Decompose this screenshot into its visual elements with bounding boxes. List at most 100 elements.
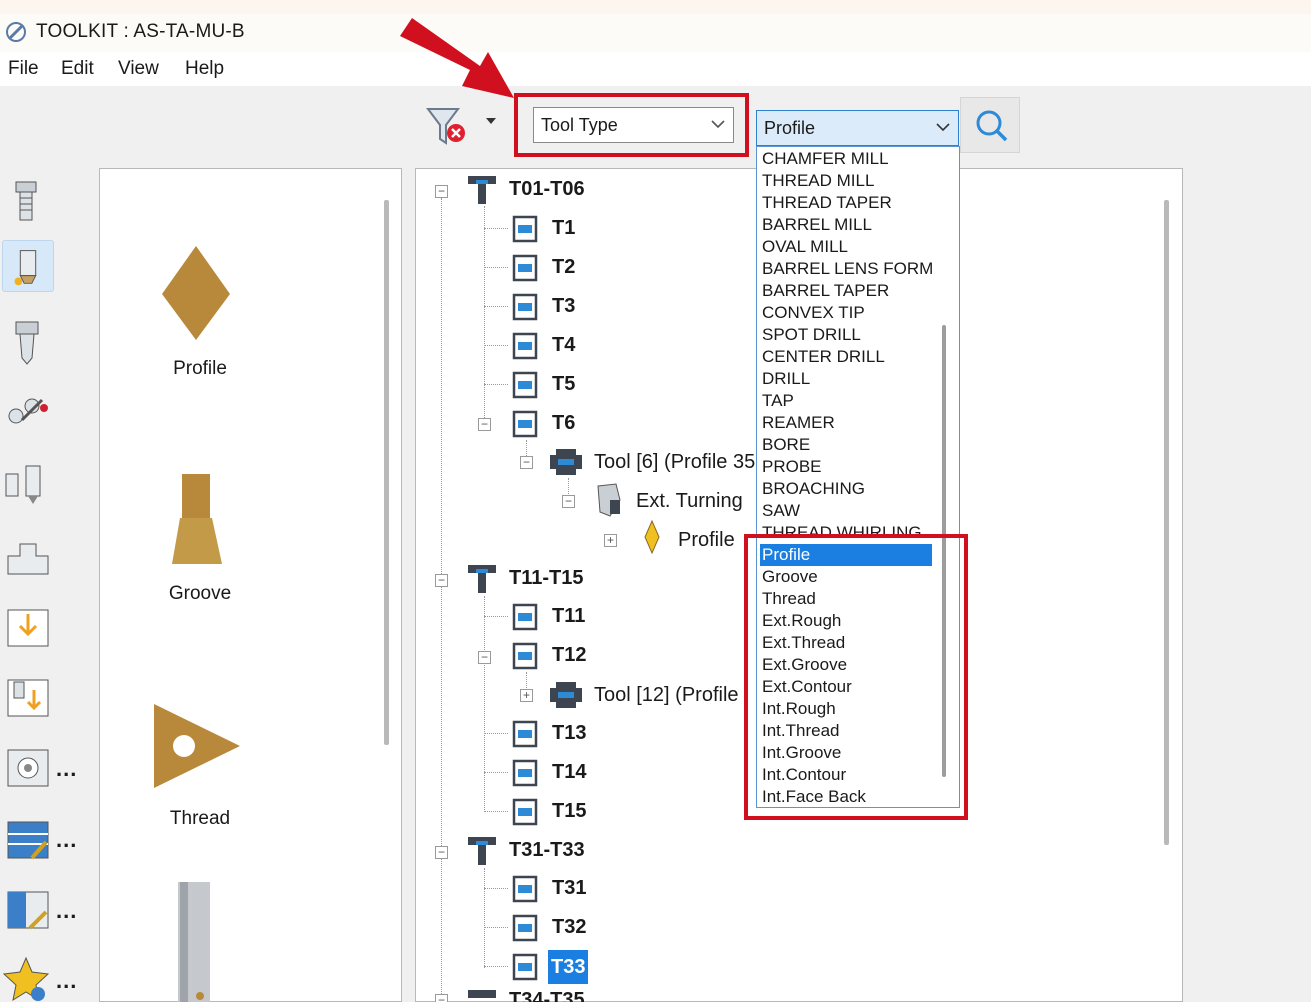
- menu-view[interactable]: View: [118, 58, 159, 80]
- search-button[interactable]: [960, 97, 1020, 153]
- tree-tool-label[interactable]: Tool [12] (Profile: [594, 684, 739, 707]
- dropdown-option[interactable]: OVAL MILL: [760, 236, 932, 258]
- tree-station-label[interactable]: T4: [552, 334, 575, 357]
- tree-station-label[interactable]: T1: [552, 217, 575, 240]
- dropdown-option[interactable]: BORE: [760, 434, 932, 456]
- tool-type-filter-combo[interactable]: Tool Type: [533, 107, 734, 143]
- palette-item-profile[interactable]: Profile: [100, 358, 300, 380]
- tool-assembly-icon[interactable]: [2, 386, 54, 438]
- dropdown-option[interactable]: BARREL LENS FORM: [760, 258, 933, 280]
- tree-connector: [484, 888, 508, 889]
- thread-insert-icon[interactable]: [150, 702, 242, 790]
- menu-file[interactable]: File: [8, 58, 39, 80]
- collapse-toggle[interactable]: −: [435, 185, 448, 198]
- machine-icon[interactable]: [2, 530, 54, 582]
- more-options-label[interactable]: ...: [56, 827, 77, 853]
- tree-station-label[interactable]: T32: [552, 916, 586, 939]
- tree-connector: [484, 228, 508, 229]
- tool-station-icon: [512, 254, 538, 282]
- tree-group-label[interactable]: T34-T35: [509, 989, 585, 1002]
- collapse-toggle[interactable]: −: [478, 418, 491, 431]
- edit-layout-icon[interactable]: [2, 884, 54, 936]
- dropdown-option[interactable]: BARREL TAPER: [760, 280, 932, 302]
- tree-station-label[interactable]: T13: [552, 722, 586, 745]
- dropdown-option[interactable]: SPOT DRILL: [760, 324, 932, 346]
- boring-bar-icon[interactable]: [178, 882, 212, 1002]
- dropdown-option[interactable]: DRILL: [760, 368, 932, 390]
- palette-item-groove[interactable]: Groove: [100, 583, 300, 605]
- tree-connector: [484, 966, 508, 967]
- dropdown-option[interactable]: BROACHING: [760, 478, 932, 500]
- machine-setup-icon[interactable]: [2, 742, 54, 794]
- collapse-toggle[interactable]: −: [435, 994, 448, 1002]
- dropdown-option[interactable]: SAW: [760, 500, 932, 522]
- tree-connector: [484, 267, 508, 268]
- tool-station-icon: [512, 371, 538, 399]
- dropdown-option[interactable]: THREAD MILL: [760, 170, 932, 192]
- tree-connector: [441, 198, 442, 998]
- tree-connector: [484, 616, 508, 617]
- dropdown-option[interactable]: CENTER DRILL: [760, 346, 932, 368]
- tree-station-label[interactable]: T11: [552, 605, 585, 628]
- tree-group-label[interactable]: T01-T06: [509, 178, 585, 201]
- collapse-toggle[interactable]: −: [435, 846, 448, 859]
- tree-station-label[interactable]: T31: [552, 877, 586, 900]
- dropdown-option[interactable]: TAP: [760, 390, 932, 412]
- tool-holder-icon: [550, 682, 582, 708]
- collapse-toggle[interactable]: −: [520, 456, 533, 469]
- profile-insert-icon[interactable]: [160, 244, 232, 342]
- tree-group-label[interactable]: T11-T15: [509, 567, 583, 590]
- groove-insert-icon[interactable]: [168, 472, 226, 566]
- edit-list-icon[interactable]: [2, 814, 54, 866]
- tree-insert-label[interactable]: Profile: [678, 529, 735, 552]
- tool-station-icon: [512, 759, 538, 787]
- holders-icon[interactable]: [2, 458, 54, 510]
- collapse-toggle[interactable]: −: [435, 574, 448, 587]
- tool-station-icon: [512, 875, 538, 903]
- tool-station-icon: [512, 914, 538, 942]
- palette-item-thread[interactable]: Thread: [100, 808, 300, 830]
- dropdown-option[interactable]: PROBE: [760, 456, 932, 478]
- clear-filter-icon[interactable]: [424, 103, 472, 151]
- tree-scrollbar[interactable]: [1164, 200, 1169, 845]
- turret-station-icon: [468, 990, 496, 998]
- favorites-star-icon[interactable]: [2, 954, 54, 1002]
- dropdown-option[interactable]: REAMER: [760, 412, 932, 434]
- tree-station-label-selected[interactable]: T33: [548, 950, 589, 984]
- more-options-label[interactable]: ...: [56, 898, 77, 924]
- menu-edit[interactable]: Edit: [61, 58, 94, 80]
- more-options-label[interactable]: ...: [56, 968, 77, 994]
- drill-tool-icon[interactable]: [2, 316, 54, 368]
- dropdown-option[interactable]: CONVEX TIP: [760, 302, 932, 324]
- screen-top-strip: [0, 0, 1311, 14]
- import-icon[interactable]: [2, 600, 54, 652]
- tree-station-label[interactable]: T5: [552, 373, 575, 396]
- tree-holder-label[interactable]: Ext. Turning: [636, 490, 743, 513]
- turning-tool-icon[interactable]: [2, 240, 54, 292]
- tree-connector: [484, 733, 508, 734]
- collapse-toggle[interactable]: −: [478, 651, 491, 664]
- tree-station-label[interactable]: T2: [552, 256, 575, 279]
- dropdown-option[interactable]: BARREL MILL: [760, 214, 932, 236]
- import-tool-icon[interactable]: [2, 670, 54, 722]
- tool-subtype-combo[interactable]: Profile: [756, 110, 959, 146]
- tap-tool-icon[interactable]: [2, 176, 54, 228]
- tree-station-label[interactable]: T3: [552, 295, 575, 318]
- more-options-label[interactable]: ...: [56, 756, 77, 782]
- tree-station-label[interactable]: T15: [552, 800, 586, 823]
- tool-subtype-value: Profile: [764, 117, 816, 138]
- search-icon: [976, 110, 1008, 142]
- expand-toggle[interactable]: +: [604, 534, 617, 547]
- dropdown-option[interactable]: CHAMFER MILL: [760, 148, 932, 170]
- collapse-toggle[interactable]: −: [562, 495, 575, 508]
- tree-station-label[interactable]: T12: [552, 644, 586, 667]
- palette-scrollbar[interactable]: [384, 200, 389, 745]
- tree-group-label[interactable]: T31-T33: [509, 839, 585, 862]
- tree-tool-label[interactable]: Tool [6] (Profile 35: [594, 451, 755, 474]
- dropdown-option[interactable]: THREAD TAPER: [760, 192, 932, 214]
- expand-toggle[interactable]: +: [520, 689, 533, 702]
- tree-station-label[interactable]: T14: [552, 761, 586, 784]
- filter-menu-caret-icon[interactable]: [484, 114, 498, 128]
- tree-station-label[interactable]: T6: [552, 412, 575, 435]
- menu-help[interactable]: Help: [185, 58, 224, 80]
